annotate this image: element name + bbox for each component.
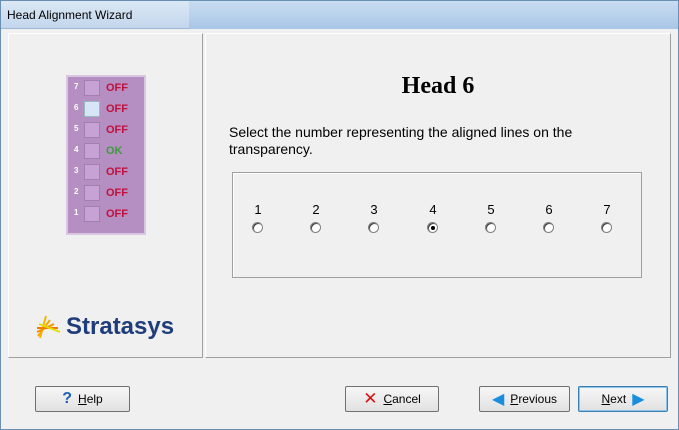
radio-button[interactable]	[601, 222, 612, 233]
head-status-label: OFF	[106, 82, 128, 94]
help-button-label: Help	[78, 392, 103, 406]
radio-option-3[interactable]: 3	[367, 202, 381, 242]
cancel-icon: ✕	[363, 389, 378, 408]
help-button[interactable]: ? Help	[35, 386, 130, 412]
radio-button-selected[interactable]	[427, 222, 438, 233]
head-row-7: 7 OFF	[74, 80, 128, 96]
title-bar-glass	[189, 1, 678, 29]
head-slot-icon	[84, 143, 100, 159]
radio-button[interactable]	[252, 222, 263, 233]
previous-button-label: Previous	[510, 392, 557, 406]
logo-text: Stratasys	[66, 313, 175, 340]
radio-option-5[interactable]: 5	[484, 202, 498, 242]
head-status-label: OFF	[106, 187, 128, 199]
cancel-button[interactable]: ✕ Cancel	[345, 386, 439, 412]
head-row-2: 2 OFF	[74, 185, 128, 201]
head-status-label: OFF	[106, 103, 128, 115]
title-bar[interactable]: Head Alignment Wizard	[1, 1, 678, 29]
radio-option-6[interactable]: 6	[542, 202, 556, 242]
head-row-3: 3 OFF	[74, 164, 128, 180]
help-icon: ?	[62, 390, 73, 407]
head-slot-icon	[84, 122, 100, 138]
head-slot-icon	[84, 80, 100, 96]
head-slot-icon	[84, 164, 100, 180]
stratasys-swoosh-icon	[36, 315, 61, 339]
head-slot-icon	[84, 185, 100, 201]
radio-button[interactable]	[368, 222, 379, 233]
head-row-5: 5 OFF	[74, 122, 128, 138]
page-title: Head 6	[401, 73, 475, 99]
radio-option-2[interactable]: 2	[309, 202, 323, 242]
arrow-right-icon: ▶	[632, 391, 645, 408]
head-slot-icon	[84, 101, 100, 117]
window-title: Head Alignment Wizard	[7, 8, 133, 22]
head-status-label: OFF	[106, 166, 128, 178]
head-status-graphic: 7 OFF 6 OFF 5 OFF 4 OK 3 OFF 2 OFF 1 OFF	[66, 75, 146, 235]
head-row-6: 6 OFF	[74, 101, 128, 117]
previous-button[interactable]: ◀ Previous	[479, 386, 570, 412]
radio-button[interactable]	[310, 222, 321, 233]
head-status-label: OFF	[106, 124, 128, 136]
instruction-text: Select the number representing the align…	[229, 124, 573, 157]
next-button[interactable]: Next ▶	[578, 386, 668, 412]
head-slot-icon	[84, 206, 100, 222]
stratasys-logo: Stratasys	[36, 312, 174, 342]
next-button-label: Next	[601, 392, 627, 406]
head-status-label: OK	[106, 145, 123, 157]
head-status-label: OFF	[106, 208, 128, 220]
head-row-4: 4 OK	[74, 143, 123, 159]
radio-option-1[interactable]: 1	[251, 202, 265, 242]
radio-button[interactable]	[485, 222, 496, 233]
radio-option-4[interactable]: 4	[426, 202, 440, 242]
arrow-left-icon: ◀	[491, 391, 505, 408]
radio-button[interactable]	[543, 222, 554, 233]
head-row-1: 1 OFF	[74, 206, 128, 222]
cancel-button-label: Cancel	[383, 392, 421, 406]
radio-option-7[interactable]: 7	[600, 202, 614, 242]
